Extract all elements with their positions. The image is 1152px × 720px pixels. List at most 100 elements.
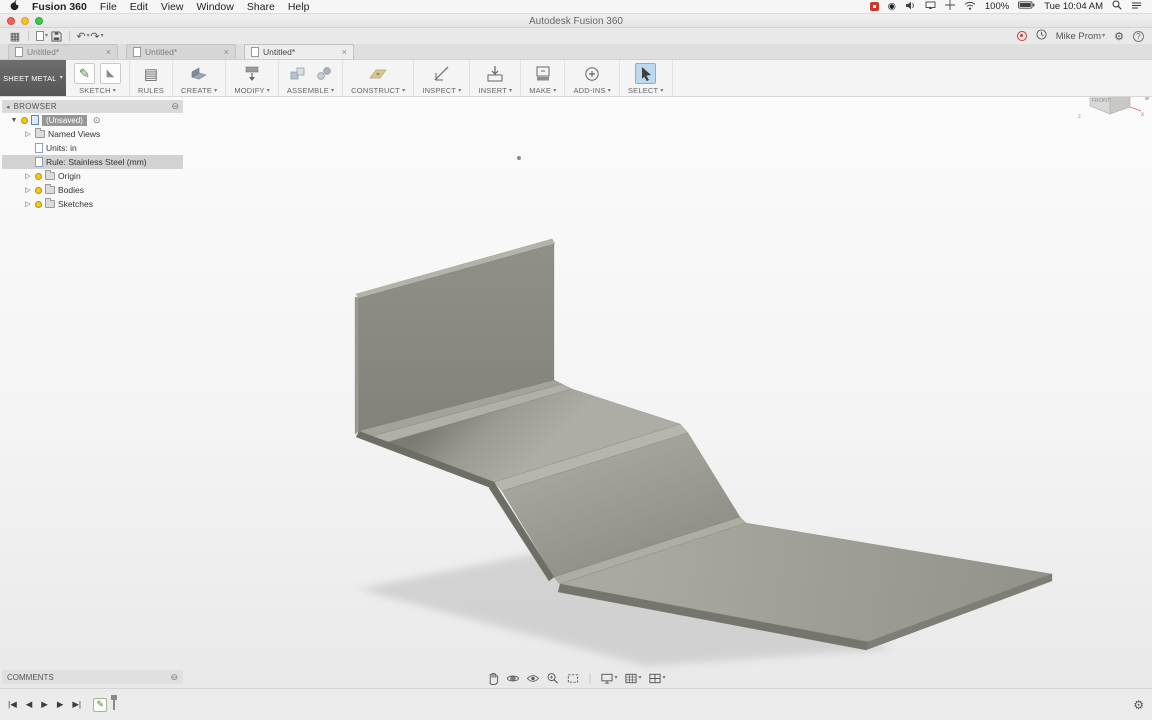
project-geometry-icon[interactable]: ◣ [100,63,121,84]
browser-header[interactable]: ◂ BROWSER ⊖ [2,100,183,113]
construction-plane-icon[interactable] [368,63,389,84]
timeline-skip-start-button[interactable]: |◀ [8,699,17,710]
comments-bar[interactable]: COMMENTS ⊖ [2,670,183,684]
display-settings-icon[interactable]: ▾ [600,672,617,685]
menu-item-help[interactable]: Help [288,1,310,13]
activate-component-icon[interactable]: ⊙ [93,115,101,126]
collapse-browser-icon[interactable]: ⊖ [171,101,179,112]
expand-icon[interactable]: ▷ [24,130,32,138]
add-ins-icon[interactable] [582,63,603,84]
expand-collapse-icon[interactable]: ▼ [10,117,18,124]
flange-icon[interactable] [189,63,210,84]
insert-menu[interactable]: INSERT▾ [478,86,512,95]
document-tab-1[interactable]: Untitled* × [8,44,118,59]
browser-item-rule[interactable]: Rule: Stainless Steel (mm) [2,155,183,169]
menu-item-window[interactable]: Window [196,1,233,13]
workspace-selector[interactable]: SHEET METAL ▾ [0,60,66,96]
sketch-menu[interactable]: SKETCH▾ [79,86,116,95]
live-review-record-icon[interactable] [1017,31,1027,41]
look-at-icon[interactable] [526,672,539,685]
spotlight-search-icon[interactable] [1112,0,1122,13]
close-tab-icon[interactable]: × [342,47,347,57]
timeline-step-forward-button[interactable]: ▶ [57,699,64,710]
add-ins-menu[interactable]: ADD-INS▾ [573,86,610,95]
browser-item-sketches[interactable]: ▷ Sketches [2,197,183,211]
browser-item-origin[interactable]: ▷ Origin [2,169,183,183]
browser-item-units[interactable]: Units: in [2,141,183,155]
divider [589,673,590,684]
menu-item-share[interactable]: Share [247,1,275,13]
insert-icon[interactable] [485,63,506,84]
rules-button[interactable]: RULES [138,86,164,95]
document-tab-3-active[interactable]: Untitled* × [244,44,354,59]
pan-icon[interactable] [486,672,499,685]
timeline-play-button[interactable]: ▶ [41,699,48,710]
visibility-bulb-icon[interactable] [35,173,42,180]
data-panel-toggle-icon[interactable]: ▦ [8,29,22,43]
create-menu[interactable]: CREATE▾ [181,86,217,95]
visibility-bulb-icon[interactable] [21,117,28,124]
menu-item-view[interactable]: View [161,1,184,13]
item-label: Origin [58,171,81,181]
visibility-bulb-icon[interactable] [35,187,42,194]
timeline-position-marker[interactable] [110,695,118,715]
new-component-icon[interactable] [287,63,308,84]
select-tool-icon[interactable] [635,63,656,84]
grid-and-snaps-icon[interactable]: ▾ [624,672,641,685]
joint-icon[interactable] [313,63,334,84]
sheet-metal-rules-icon[interactable]: ▤ [141,63,162,84]
menu-app-name[interactable]: Fusion 360 [32,1,87,13]
user-account-menu[interactable]: Mike Prom▾ [1056,29,1105,43]
close-tab-icon[interactable]: × [106,47,111,57]
viewports-icon[interactable]: ▾ [649,672,666,685]
redo-button[interactable]: ↷▾ [90,29,104,43]
volume-icon[interactable] [905,1,916,13]
browser-panel: ◂ BROWSER ⊖ ▼ (Unsaved) ⊙ ▷ Named Views … [2,100,183,211]
close-tab-icon[interactable]: × [224,47,229,57]
fit-view-icon[interactable] [566,672,579,685]
menubar-clock[interactable]: Tue 10:04 AM [1044,1,1103,12]
keyboard-brightness-icon[interactable] [945,0,955,13]
measure-icon[interactable] [431,63,452,84]
visibility-bulb-icon[interactable] [35,201,42,208]
make-3d-print-icon[interactable] [532,63,553,84]
job-status-clock-icon[interactable] [1036,29,1047,43]
save-button[interactable] [49,29,63,43]
construct-menu[interactable]: CONSTRUCT▾ [351,86,405,95]
timeline-step-back-button[interactable]: ◀ [26,699,33,710]
collapse-comments-icon[interactable]: ⊖ [170,672,178,683]
timeline-settings-gear-icon[interactable]: ⚙ [1133,698,1144,712]
browser-item-bodies[interactable]: ▷ Bodies [2,183,183,197]
create-sketch-icon[interactable]: ✎ [74,63,95,84]
menu-item-edit[interactable]: Edit [130,1,148,13]
wifi-icon[interactable] [964,1,976,13]
help-icon[interactable]: ? [1133,31,1144,42]
display-mirroring-icon[interactable] [925,1,936,13]
browser-root-row[interactable]: ▼ (Unsaved) ⊙ [2,113,183,127]
select-menu[interactable]: SELECT▾ [628,86,664,95]
record-indicator-icon[interactable]: ◉ [888,1,896,12]
make-menu[interactable]: MAKE▾ [529,86,556,95]
ribbon-group-rules: ▤ RULES [130,60,173,96]
unfold-icon[interactable] [242,63,263,84]
expand-icon[interactable]: ▷ [24,172,32,180]
expand-icon[interactable]: ▷ [24,186,32,194]
screen-record-stop-icon[interactable] [870,2,879,11]
timeline-skip-end-button[interactable]: ▶| [72,699,81,710]
inspect-menu[interactable]: INSPECT▾ [422,86,461,95]
settings-gear-icon[interactable]: ⚙ [1114,30,1124,43]
modify-menu[interactable]: MODIFY▾ [234,86,270,95]
timeline-sketch-feature[interactable]: ✎ [93,698,107,712]
zoom-icon[interactable] [546,672,559,685]
document-tab-2[interactable]: Untitled* × [126,44,236,59]
browser-item-named-views[interactable]: ▷ Named Views [2,127,183,141]
collapse-panel-icon[interactable]: ◂ [6,103,10,111]
file-menu-button[interactable]: ▾ [35,29,49,43]
apple-menu-icon[interactable] [10,0,19,14]
undo-button[interactable]: ↶▾ [76,29,90,43]
assemble-menu[interactable]: ASSEMBLE▾ [287,86,334,95]
orbit-icon[interactable] [506,672,519,685]
notification-center-icon[interactable] [1131,1,1142,13]
expand-icon[interactable]: ▷ [24,200,32,208]
menu-item-file[interactable]: File [100,1,117,13]
